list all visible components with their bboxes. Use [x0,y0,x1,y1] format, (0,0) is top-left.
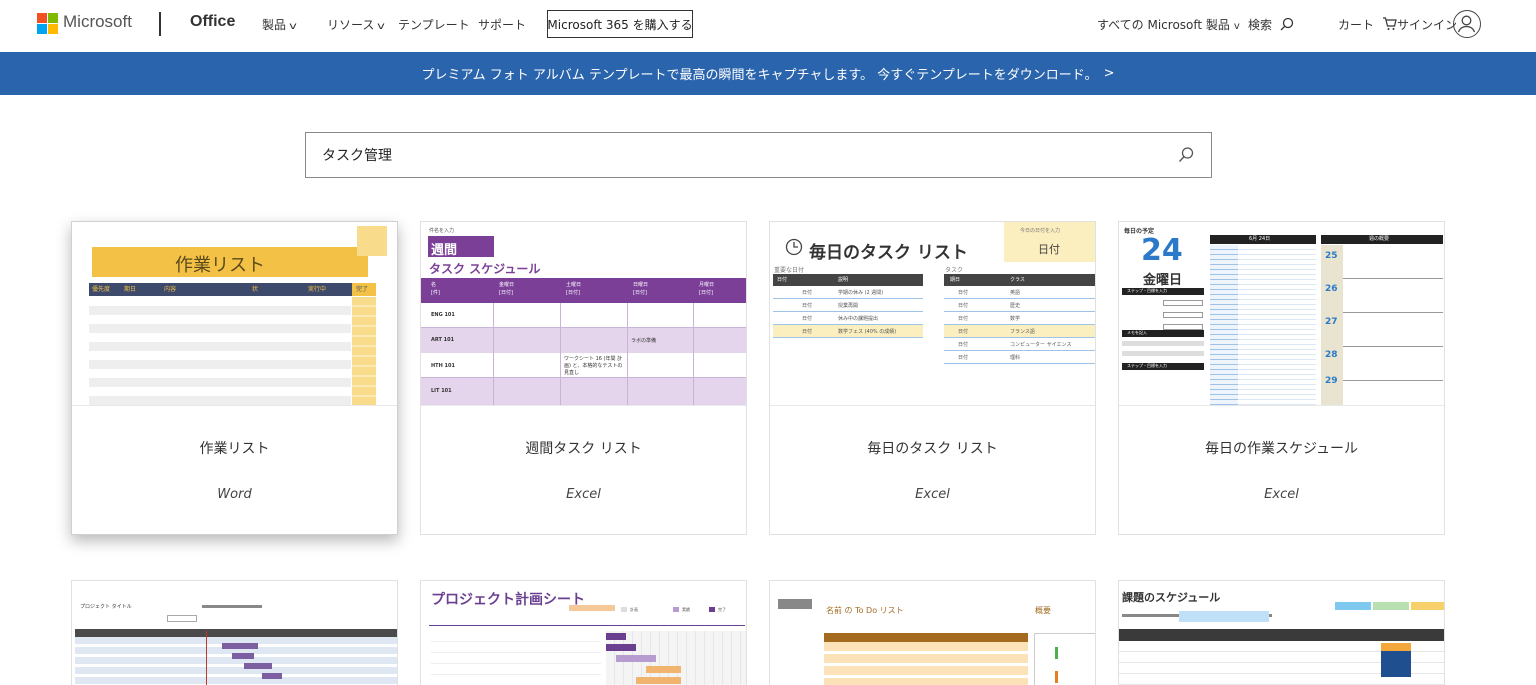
card-app-label: Excel [566,487,601,502]
chevron-right-icon: > [1103,66,1115,81]
template-card-daily-work-schedule[interactable]: 毎日の予定 24 金曜日 ステップ・目標を入力 メモを記入 ステップ・目標を入力… [1118,221,1445,535]
signin-link[interactable]: サインイン [1397,16,1457,33]
header-divider [159,12,161,36]
template-thumbnail: 作業リスト 優先度 期日 内容 状 実行中 完了 [72,222,397,406]
cart-button[interactable]: カート [1338,16,1397,33]
template-card-project-gantt[interactable]: プロジェクト タイトル [71,580,398,685]
template-card-task-list[interactable]: 作業リスト 優先度 期日 内容 状 実行中 完了 作業リスト Word [71,221,398,535]
card-title: 毎日のタスク リスト [867,441,998,457]
thumb-heading: 作業リスト [175,255,265,276]
promo-banner[interactable]: プレミアム フォト アルバム テンプレートで最高の瞬間をキャプチャします。 今す… [0,52,1536,95]
template-thumbnail: プロジェクト タイトル [72,581,397,685]
nav-products[interactable]: 製品 v [262,16,297,33]
template-thumbnail: 名前 の To Do リスト 概要 [770,581,1095,685]
template-card-todo-list[interactable]: 名前 の To Do リスト 概要 [769,580,1096,685]
template-search-box[interactable] [305,132,1212,178]
buy-microsoft-365-button[interactable]: Microsoft 365 を購入する [547,10,693,38]
template-thumbnail: 件名を入力 週間 タスク スケジュール 名 [件] 金曜日 [日付] 土曜日 [… [421,222,746,406]
card-app-label: Excel [915,487,950,502]
chevron-down-icon: v [1233,21,1240,32]
template-thumbnail: 課題のスケジュール [1119,581,1444,685]
nav-templates[interactable]: テンプレート [398,16,470,33]
search-icon[interactable] [1177,146,1195,164]
card-app-label: Excel [1264,487,1299,502]
template-thumbnail: プロジェクト計画シート 計画 実績 完了 [421,581,746,685]
template-search-input[interactable] [322,143,1162,167]
card-title: 毎日の作業スケジュール [1204,441,1359,457]
template-card-assignment-schedule[interactable]: 課題のスケジュール [1118,580,1445,685]
all-microsoft-products-menu[interactable]: すべての Microsoft 製品 v [1097,16,1240,33]
account-avatar-icon[interactable] [1453,10,1481,38]
cart-icon [1382,17,1397,30]
template-thumbnail: 毎日のタスク リスト 今日の日付を入力 日付 重要な日付 日付 説明 日付 学期… [770,222,1095,406]
header-search-button[interactable]: 検索 [1248,16,1294,33]
nav-support[interactable]: サポート [478,16,526,33]
card-title: 作業リスト [199,441,270,457]
clock-icon [785,238,803,256]
microsoft-brand[interactable]: Microsoft [63,12,132,32]
nav-resources[interactable]: リソース v [327,16,386,33]
card-app-label: Word [217,487,252,502]
template-card-daily-task-list[interactable]: 毎日のタスク リスト 今日の日付を入力 日付 重要な日付 日付 説明 日付 学期… [769,221,1096,535]
site-header: Microsoft Office 製品 v リソース v テンプレート サポート M… [0,0,1536,50]
search-icon [1280,17,1293,31]
chevron-down-icon: v [377,21,386,32]
template-thumbnail: 毎日の予定 24 金曜日 ステップ・目標を入力 メモを記入 ステップ・目標を入力… [1119,222,1444,406]
template-card-project-plan-sheet[interactable]: プロジェクト計画シート 計画 実績 完了 [420,580,747,685]
template-card-weekly-task-list[interactable]: 件名を入力 週間 タスク スケジュール 名 [件] 金曜日 [日付] 土曜日 [… [420,221,747,535]
person-icon [1457,15,1476,33]
office-link[interactable]: Office [190,13,235,31]
card-title: 週間タスク リスト [525,441,642,457]
promo-banner-text: プレミアム フォト アルバム テンプレートで最高の瞬間をキャプチャします。 今す… [421,68,1098,83]
microsoft-logo-icon[interactable] [37,13,58,34]
chevron-down-icon: v [289,21,297,32]
